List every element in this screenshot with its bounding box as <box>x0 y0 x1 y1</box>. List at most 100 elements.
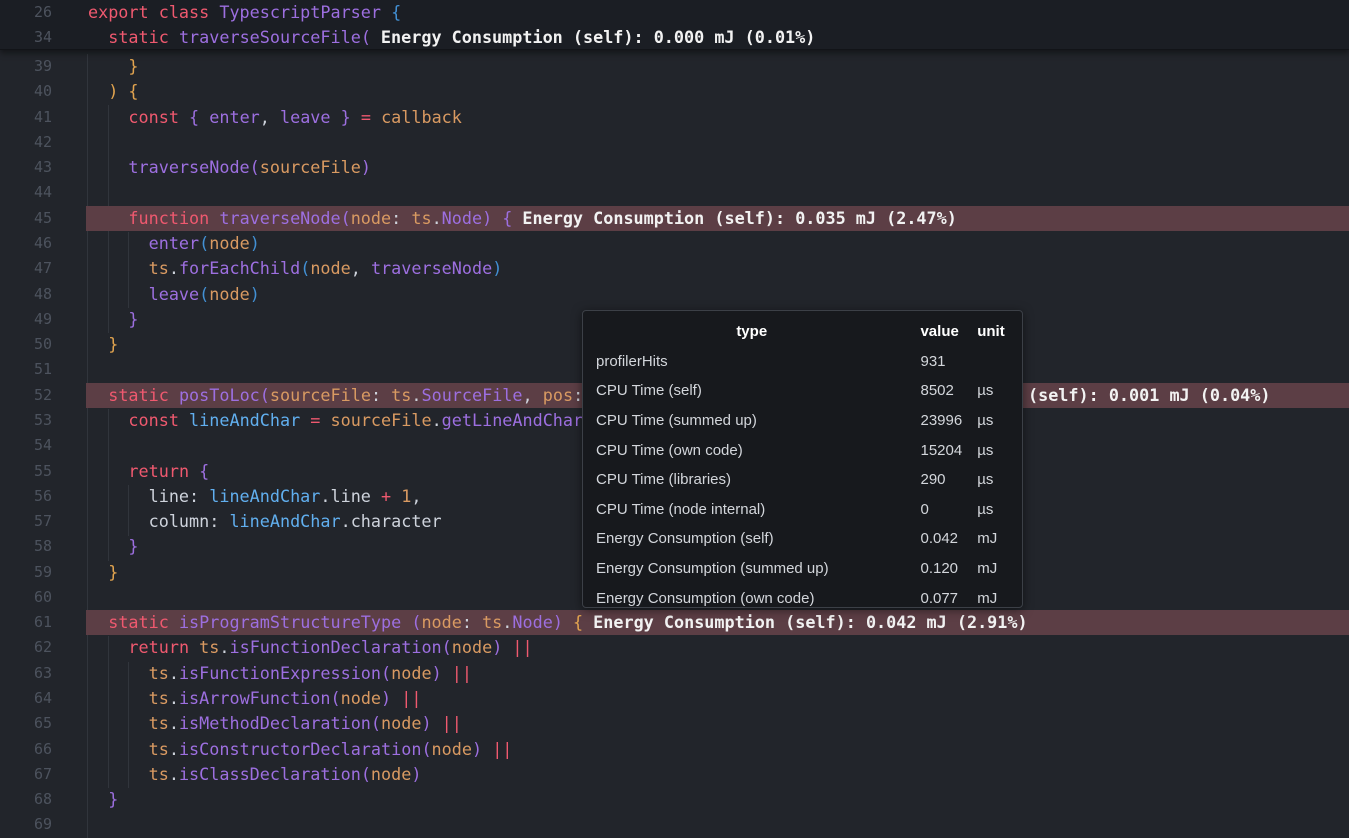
code-token: || <box>442 713 462 733</box>
line-number[interactable]: 67 <box>0 762 52 787</box>
code-token: isMethodDeclaration <box>179 713 371 733</box>
code-line-41[interactable]: 41 const { enter, leave } = callback <box>0 105 1349 130</box>
tooltip-cell-value: 0.077 <box>920 590 977 607</box>
code-token: = <box>310 410 320 430</box>
tooltip-cell-unit: mJ <box>977 590 1022 607</box>
line-number[interactable]: 54 <box>0 433 52 458</box>
code-line-63[interactable]: 63 ts.isFunctionExpression(node) || <box>0 661 1349 686</box>
code-token: 1 <box>401 486 411 506</box>
code-line-65[interactable]: 65 ts.isMethodDeclaration(node) || <box>0 711 1349 736</box>
code-token: , <box>351 258 371 278</box>
code-line-48[interactable]: 48 leave(node) <box>0 282 1349 307</box>
code-token: . <box>502 612 512 632</box>
tooltip-header-unit: unit <box>977 323 1022 340</box>
energy-annotation-fragment: (self): 0.001 mJ (0.04%) <box>1028 383 1270 408</box>
line-number[interactable]: 51 <box>0 357 52 382</box>
code-token: ( <box>199 233 209 253</box>
code-line-34[interactable]: 34 static traverseSourceFile(Energy Cons… <box>0 25 1349 50</box>
tooltip-cell-type: Energy Consumption (self) <box>583 530 920 547</box>
code-token <box>88 789 108 809</box>
code-line-61[interactable]: 61 static isProgramStructureType (node: … <box>0 610 1349 635</box>
code-token: lineAndChar <box>189 410 310 430</box>
code-editor: 39 }40 ) {41 const { enter, leave } = ca… <box>0 0 1349 838</box>
sticky-scroll-header[interactable]: 26export class TypescriptParser {34 stat… <box>0 0 1349 50</box>
code-token: forEachChild <box>179 258 300 278</box>
line-number[interactable]: 53 <box>0 408 52 433</box>
code-line-62[interactable]: 62 return ts.isFunctionDeclaration(node)… <box>0 635 1349 660</box>
code-line-44[interactable]: 44 <box>0 180 1349 205</box>
line-number[interactable]: 56 <box>0 484 52 509</box>
line-number[interactable]: 55 <box>0 459 52 484</box>
code-line-39[interactable]: 39 } <box>0 54 1349 79</box>
code-line-42[interactable]: 42 <box>0 130 1349 155</box>
line-number[interactable]: 43 <box>0 155 52 180</box>
code-line-47[interactable]: 47 ts.forEachChild(node, traverseNode) <box>0 256 1349 281</box>
code-token: . <box>169 764 179 784</box>
line-number[interactable]: 49 <box>0 307 52 332</box>
code-token: ) <box>361 157 371 177</box>
line-number[interactable]: 26 <box>0 0 52 25</box>
code-line-67[interactable]: 67 ts.isClassDeclaration(node) <box>0 762 1349 787</box>
line-number[interactable]: 46 <box>0 231 52 256</box>
tooltip-cell-unit: µs <box>977 442 1022 459</box>
line-number[interactable]: 68 <box>0 787 52 812</box>
code-text: ts.isConstructorDeclaration(node) || <box>52 737 512 762</box>
code-token <box>502 637 512 657</box>
code-token <box>88 562 108 582</box>
line-number[interactable]: 39 <box>0 54 52 79</box>
line-number[interactable]: 44 <box>0 180 52 205</box>
line-number[interactable]: 48 <box>0 282 52 307</box>
line-number[interactable]: 66 <box>0 737 52 762</box>
code-token <box>88 233 149 253</box>
tooltip-cell-value: 23996 <box>920 412 977 429</box>
line-number[interactable]: 60 <box>0 585 52 610</box>
line-number[interactable]: 52 <box>0 383 52 408</box>
line-number[interactable]: 45 <box>0 206 52 231</box>
line-number[interactable]: 63 <box>0 661 52 686</box>
code-token <box>351 107 361 127</box>
code-token: } <box>128 536 138 556</box>
line-number[interactable]: 62 <box>0 635 52 660</box>
code-text: static posToLoc(sourceFile: ts.SourceFil… <box>52 383 583 408</box>
code-line-45[interactable]: 45 function traverseNode(node: ts.Node) … <box>0 206 1349 231</box>
code-text: line: lineAndChar.line + 1, <box>52 484 421 509</box>
line-number[interactable]: 42 <box>0 130 52 155</box>
tooltip-cell-unit: µs <box>977 501 1022 518</box>
code-token: ( <box>371 713 381 733</box>
code-line-64[interactable]: 64 ts.isArrowFunction(node) || <box>0 686 1349 711</box>
code-token: column: <box>149 511 230 531</box>
line-number[interactable]: 41 <box>0 105 52 130</box>
code-line-66[interactable]: 66 ts.isConstructorDeclaration(node) || <box>0 737 1349 762</box>
code-token: isClassDeclaration <box>179 764 361 784</box>
code-line-40[interactable]: 40 ) { <box>0 79 1349 104</box>
line-number[interactable]: 58 <box>0 534 52 559</box>
code-line-46[interactable]: 46 enter(node) <box>0 231 1349 256</box>
code-token <box>88 385 108 405</box>
code-token: SourceFile <box>421 385 522 405</box>
code-token: node <box>421 612 461 632</box>
line-number[interactable]: 40 <box>0 79 52 104</box>
line-number[interactable]: 61 <box>0 610 52 635</box>
line-number[interactable]: 65 <box>0 711 52 736</box>
code-line-26[interactable]: 26export class TypescriptParser { <box>0 0 1349 25</box>
code-token: enter <box>149 233 200 253</box>
code-token: node <box>452 637 492 657</box>
line-number[interactable]: 64 <box>0 686 52 711</box>
line-number[interactable]: 34 <box>0 25 52 50</box>
code-line-43[interactable]: 43 traverseNode(sourceFile) <box>0 155 1349 180</box>
code-token <box>482 739 492 759</box>
line-number[interactable]: 69 <box>0 812 52 837</box>
code-token: = <box>361 107 371 127</box>
code-token: .line <box>320 486 381 506</box>
code-line-68[interactable]: 68 } <box>0 787 1349 812</box>
code-token: leave } <box>280 107 351 127</box>
line-number[interactable]: 50 <box>0 332 52 357</box>
line-number[interactable]: 47 <box>0 256 52 281</box>
code-token: ) <box>250 284 260 304</box>
line-number[interactable]: 59 <box>0 560 52 585</box>
line-number[interactable]: 57 <box>0 509 52 534</box>
code-token <box>88 637 128 657</box>
tooltip-row: Energy Consumption (summed up)0.120mJ <box>583 554 1022 584</box>
code-line-69[interactable]: 69 <box>0 812 1349 837</box>
tooltip-cell-value: 290 <box>920 471 977 488</box>
